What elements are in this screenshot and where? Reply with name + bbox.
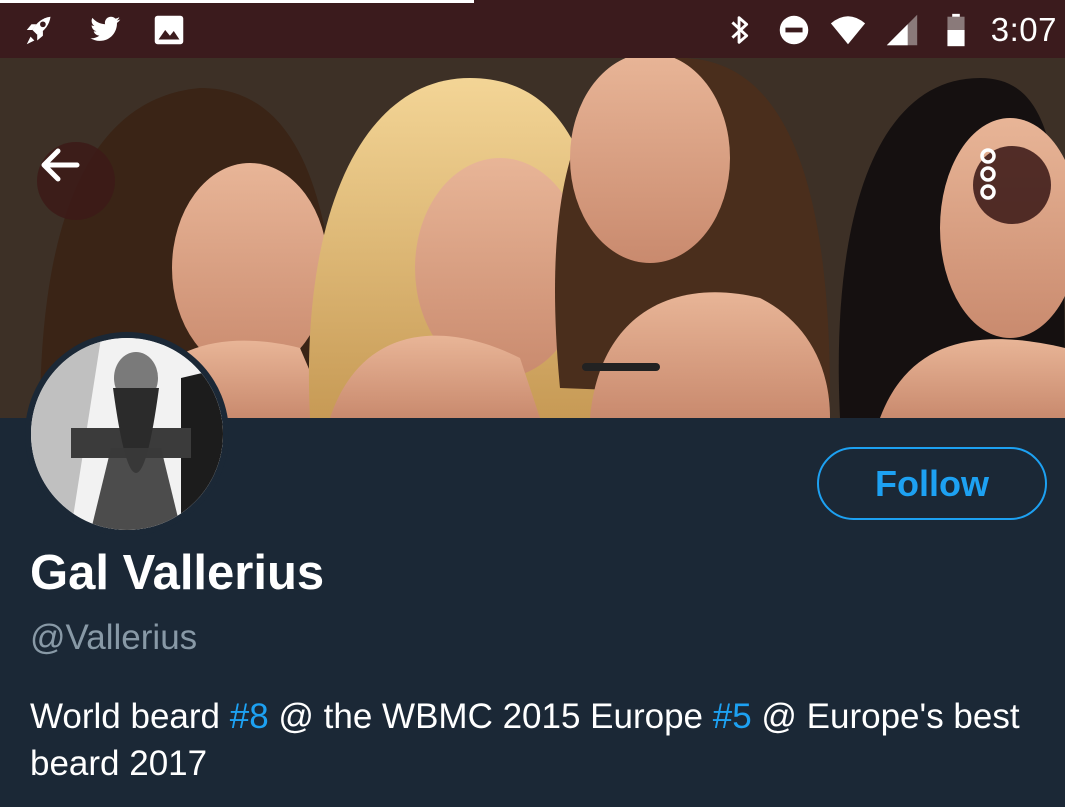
status-bar: 3:07	[0, 0, 1065, 58]
loading-progress-line	[0, 0, 474, 3]
more-vertical-icon	[980, 148, 996, 200]
battery-icon	[947, 13, 965, 47]
arrow-back-icon	[41, 148, 80, 182]
back-button[interactable]	[37, 142, 115, 220]
profile-bio: World beard #8 @ the WBMC 2015 Europe #5…	[30, 693, 1040, 787]
cell-signal-icon	[886, 14, 917, 46]
rocket-icon	[26, 16, 51, 45]
system-status-icons: 3:07	[721, 8, 1057, 52]
follow-button[interactable]: Follow	[817, 447, 1047, 520]
more-options-button[interactable]	[973, 146, 1051, 224]
avatar-photo-art	[31, 338, 223, 530]
profile-display-name: Gal Vallerius	[30, 546, 325, 600]
clock-time: 3:07	[990, 11, 1057, 48]
notification-icons	[22, 10, 188, 50]
hashtag-link[interactable]: #5	[713, 697, 752, 736]
twitter-bird-icon	[90, 16, 121, 41]
do-not-disturb-icon	[779, 15, 809, 45]
image-icon	[154, 15, 184, 45]
avatar-photo	[31, 338, 223, 530]
bio-text: @ the WBMC 2015 Europe	[268, 697, 713, 736]
profile-handle: @Vallerius	[30, 618, 198, 657]
profile-avatar[interactable]	[25, 332, 229, 536]
wifi-icon	[830, 16, 865, 45]
bluetooth-icon	[731, 16, 748, 44]
hashtag-link[interactable]: #8	[230, 697, 269, 736]
bio-text: World beard	[30, 697, 230, 736]
